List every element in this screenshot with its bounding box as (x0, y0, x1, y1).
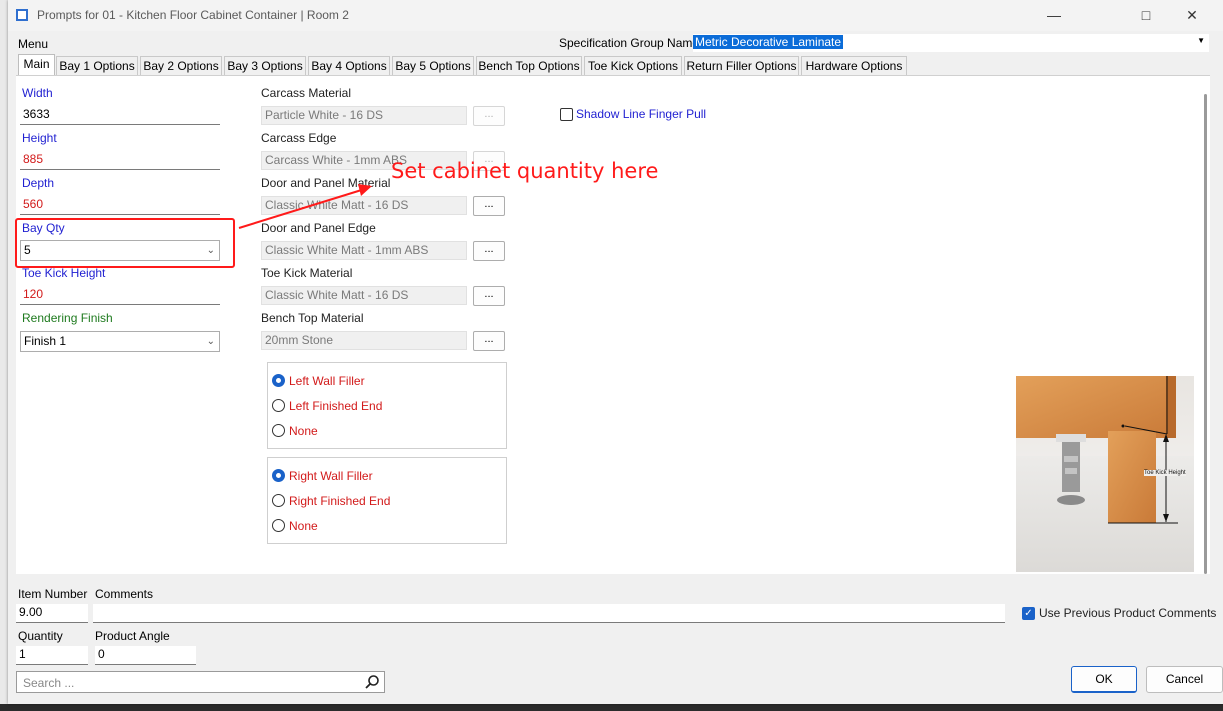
comments-input[interactable] (93, 604, 1005, 623)
use-previous-comments-label: Use Previous Product Comments (1039, 606, 1217, 620)
background-app-taskbar (0, 704, 1223, 711)
prompts-dialog: Prompts for 01 - Kitchen Floor Cabinet C… (8, 0, 1223, 704)
annotation-arrow (238, 184, 372, 229)
search-placeholder: Search ... (23, 676, 75, 690)
cancel-button[interactable]: Cancel (1146, 666, 1223, 693)
product-angle-input[interactable]: 0 (95, 646, 196, 665)
comments-label: Comments (95, 587, 154, 601)
quantity-input[interactable]: 1 (16, 646, 88, 665)
item-number-input[interactable]: 9.00 (16, 604, 88, 623)
use-previous-comments-checkbox[interactable]: ✓ (1022, 607, 1035, 620)
item-number-label: Item Number (18, 587, 88, 601)
ok-button[interactable]: OK (1071, 666, 1137, 693)
quantity-label: Quantity (18, 629, 63, 643)
product-angle-label: Product Angle (95, 629, 170, 643)
search-icon[interactable] (364, 674, 380, 690)
search-box[interactable]: Search ... (16, 671, 385, 693)
